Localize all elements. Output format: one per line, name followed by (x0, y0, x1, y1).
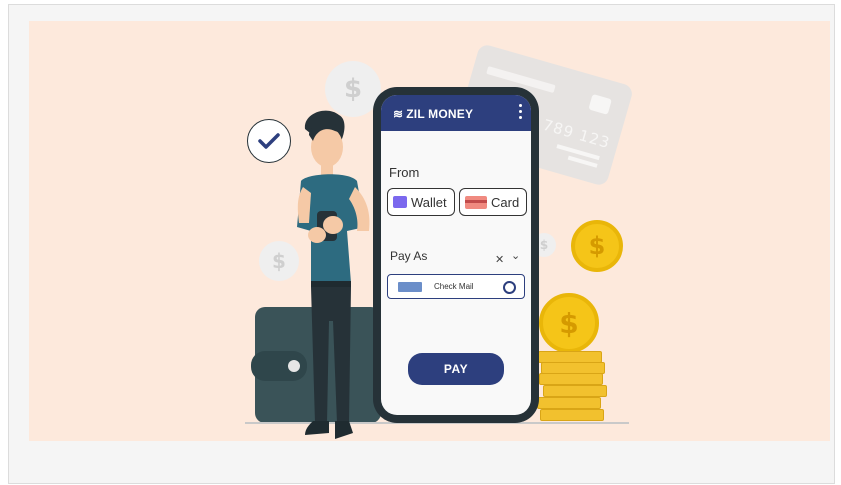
app-header: ≋ ZIL MONEY (381, 95, 531, 131)
brand-logo-icon: ≋ (393, 107, 404, 121)
payment-method-select[interactable]: Check Mail (387, 274, 525, 299)
payment-method-label: Check Mail (434, 282, 474, 291)
gold-coin-icon: $ (539, 293, 599, 353)
app-brand: ≋ ZIL MONEY (393, 107, 474, 121)
content-frame: 789 123 $ $ $ $ $ ≋ ZIL MONEY From Walle… (8, 4, 835, 484)
wallet-option-button[interactable]: Wallet (387, 188, 455, 216)
card-icon (465, 195, 487, 209)
clear-icon[interactable]: ✕ (495, 253, 504, 266)
from-label: From (389, 165, 420, 180)
illustration-banner: 789 123 $ $ $ $ $ ≋ ZIL MONEY From Walle… (29, 21, 830, 441)
wallet-icon (393, 196, 407, 208)
person-illustration (297, 110, 370, 439)
card-number: 789 123 (540, 115, 613, 153)
pay-as-label: Pay As (390, 249, 428, 263)
check-icon (398, 282, 422, 292)
pay-button[interactable]: PAY (408, 353, 504, 385)
kebab-menu-icon[interactable] (519, 104, 523, 122)
radio-icon[interactable] (503, 281, 516, 294)
chevron-down-icon[interactable]: ⌄ (511, 249, 520, 262)
phone-mockup: ≋ZIL MONEY From Wallet Card Pay As ✕ ⌄ (373, 87, 539, 423)
gold-coin-icon: $ (571, 220, 623, 272)
phone-screen: ≋ZIL MONEY From Wallet Card Pay As ✕ ⌄ (381, 95, 531, 415)
card-option-button[interactable]: Card (459, 188, 527, 216)
